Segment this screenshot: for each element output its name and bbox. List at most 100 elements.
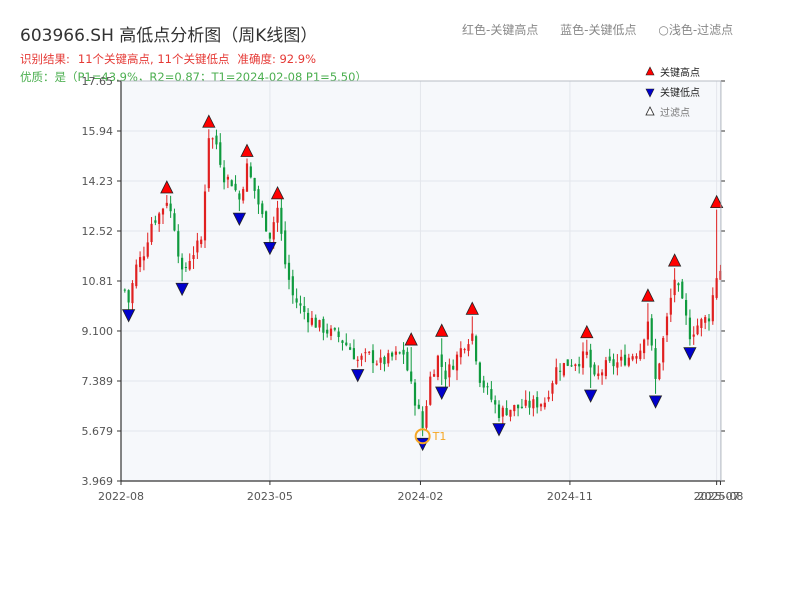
candle-body bbox=[192, 255, 195, 260]
candle-body bbox=[513, 405, 516, 412]
candle-body bbox=[662, 337, 665, 363]
y-tick-label: 10.81 bbox=[82, 275, 114, 288]
legend-label: 关键低点 bbox=[660, 86, 700, 99]
candle-body bbox=[486, 386, 489, 388]
candle-body bbox=[200, 239, 203, 245]
candle-body bbox=[516, 404, 520, 409]
candle-body bbox=[642, 339, 646, 354]
candle-body bbox=[501, 407, 504, 417]
candle-body bbox=[482, 380, 485, 388]
candle-body bbox=[287, 262, 291, 280]
x-tick-label: 2022-08 bbox=[98, 490, 144, 503]
candle-body bbox=[184, 266, 188, 268]
candle-body bbox=[257, 189, 260, 205]
candle-body bbox=[387, 353, 390, 364]
candle-body bbox=[314, 317, 317, 328]
candle-body bbox=[532, 399, 535, 409]
candle-body bbox=[623, 354, 627, 366]
candle-body bbox=[150, 223, 153, 243]
candle-body bbox=[490, 389, 493, 400]
candlestick-chart: T1 3.969 5.679 7.389 9.100 10.81 12.52 14.23 15… bbox=[82, 66, 744, 503]
candle-body bbox=[165, 202, 168, 206]
candle-body bbox=[123, 289, 126, 291]
candle-body bbox=[536, 397, 539, 408]
candle-body bbox=[543, 402, 546, 408]
legend-label: 过滤点 bbox=[660, 106, 690, 119]
candle-body bbox=[681, 281, 684, 299]
candle-body bbox=[417, 404, 420, 409]
candle-body bbox=[444, 370, 447, 380]
candle-body bbox=[600, 372, 604, 376]
candle-body bbox=[368, 351, 371, 353]
candle-body bbox=[467, 344, 470, 351]
candle-body bbox=[494, 400, 497, 405]
candle-body bbox=[478, 362, 482, 383]
candle-body bbox=[669, 297, 672, 315]
y-tick-label: 12.52 bbox=[82, 225, 114, 238]
candle-body bbox=[303, 305, 306, 312]
y-tick-label: 9.100 bbox=[82, 325, 114, 338]
candle-body bbox=[211, 138, 214, 140]
candle-body bbox=[413, 382, 417, 406]
candle-body bbox=[234, 183, 237, 191]
candle-body bbox=[555, 367, 558, 384]
x-tick-label: 2025-08 bbox=[697, 490, 743, 503]
candle-body bbox=[177, 231, 180, 257]
candle-body bbox=[707, 318, 711, 322]
candle-body bbox=[196, 240, 199, 253]
candle-body bbox=[520, 406, 524, 408]
y-tick-label: 17.65 bbox=[82, 75, 114, 88]
candle-body bbox=[242, 189, 245, 201]
candle-body bbox=[280, 207, 283, 234]
candle-body bbox=[173, 213, 176, 231]
candle-body bbox=[398, 352, 401, 354]
candle-body bbox=[138, 257, 142, 268]
candle-body bbox=[627, 357, 630, 366]
candle-body bbox=[245, 163, 249, 192]
candle-body bbox=[375, 363, 378, 365]
candle-body bbox=[677, 283, 680, 286]
candle-body bbox=[455, 354, 459, 371]
candle-body bbox=[371, 350, 375, 364]
candle-body bbox=[497, 404, 501, 419]
candle-body bbox=[333, 328, 336, 330]
candle-body bbox=[326, 329, 329, 334]
candle-body bbox=[264, 211, 268, 232]
candle-body bbox=[620, 356, 623, 361]
candle-body bbox=[127, 290, 130, 303]
t1-label: T1 bbox=[432, 430, 447, 443]
candle-body bbox=[238, 193, 241, 200]
candle-body bbox=[704, 317, 707, 323]
candle-body bbox=[673, 279, 676, 296]
candle-body bbox=[688, 317, 692, 340]
candle-body bbox=[551, 383, 554, 394]
candle-body bbox=[215, 135, 218, 145]
candle-body bbox=[299, 303, 302, 306]
candle-body bbox=[360, 355, 363, 360]
candle-body bbox=[547, 396, 550, 400]
candle-body bbox=[161, 208, 165, 215]
candle-body bbox=[585, 351, 588, 355]
candle-body bbox=[276, 207, 279, 223]
candle-body bbox=[356, 359, 359, 361]
candle-body bbox=[364, 352, 367, 354]
candle-body bbox=[639, 350, 642, 359]
candle-body bbox=[581, 351, 585, 368]
candle-body bbox=[524, 399, 527, 406]
candle-body bbox=[570, 365, 573, 367]
candle-body bbox=[337, 331, 340, 338]
candle-body bbox=[650, 318, 653, 346]
candle-body bbox=[410, 371, 413, 382]
candle-body bbox=[646, 321, 650, 340]
candle-body bbox=[272, 222, 275, 240]
candle-body bbox=[322, 318, 325, 333]
candle-body bbox=[402, 349, 405, 355]
candle-body bbox=[180, 257, 184, 270]
candle-body bbox=[348, 347, 352, 350]
x-tick-label: 2023-05 bbox=[247, 490, 293, 503]
candle-body bbox=[562, 363, 566, 376]
candle-body bbox=[188, 260, 191, 270]
candle-body bbox=[429, 376, 432, 405]
candle-body bbox=[284, 230, 287, 265]
candle-body bbox=[604, 360, 608, 377]
